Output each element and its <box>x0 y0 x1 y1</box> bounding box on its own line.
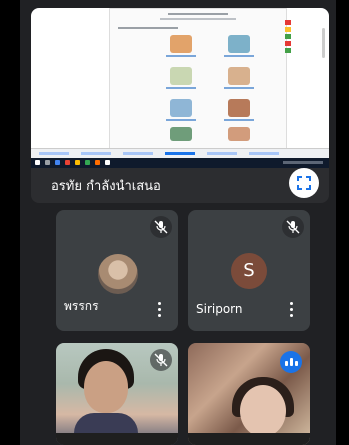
shared-document <box>109 8 287 150</box>
participant-tile[interactable] <box>56 343 178 445</box>
speaking-indicator-icon <box>280 351 302 373</box>
participant-name: Siriporn <box>196 302 243 316</box>
shared-screen <box>31 8 329 159</box>
avatar <box>98 254 138 294</box>
meet-window: อรทัย กำลังนำเสนอ พรรกร S Siriporn <box>20 0 336 445</box>
more-options-icon[interactable] <box>290 302 294 318</box>
participant-tile[interactable]: S Siriporn <box>188 210 310 331</box>
mic-muted-icon <box>282 216 304 238</box>
scrollbar <box>322 28 325 58</box>
shared-taskbar <box>31 158 329 168</box>
participant-tile[interactable] <box>188 343 310 445</box>
mic-muted-icon <box>150 349 172 371</box>
doc-side-toolbar <box>285 20 291 55</box>
more-options-icon[interactable] <box>158 302 162 318</box>
participant-name: พรรกร <box>64 299 99 313</box>
fullscreen-button[interactable] <box>289 168 319 198</box>
avatar: S <box>231 253 267 289</box>
presentation-tile[interactable]: อรทัย กำลังนำเสนอ <box>31 8 329 203</box>
mic-muted-icon <box>150 216 172 238</box>
participant-tile[interactable]: พรรกร <box>56 210 178 331</box>
presenter-label: อรทัย กำลังนำเสนอ <box>51 179 161 194</box>
